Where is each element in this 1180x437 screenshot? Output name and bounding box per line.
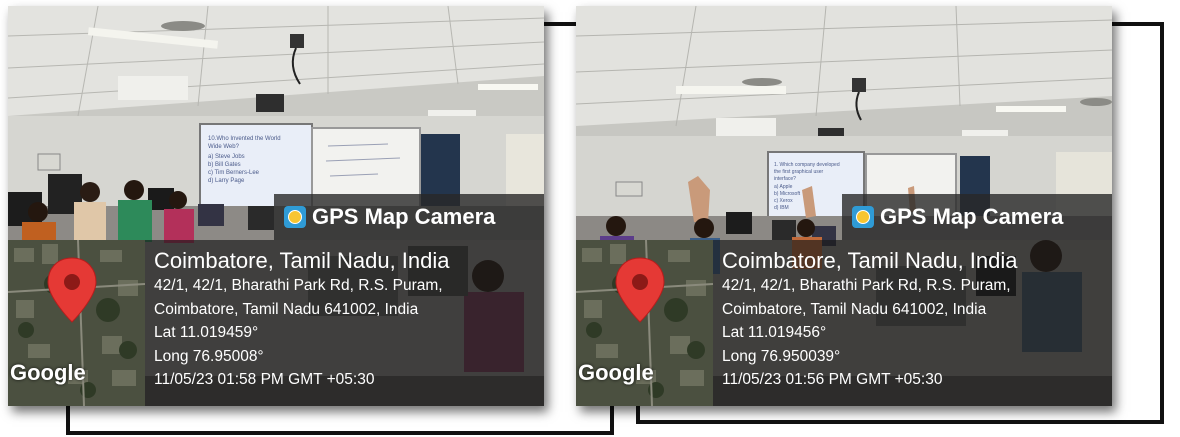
address-line: 42/1, 42/1, Bharathi Park Rd, R.S. Puram… bbox=[154, 277, 443, 294]
connector-line bbox=[636, 404, 640, 424]
map-thumbnail: Google bbox=[576, 240, 713, 406]
geotagged-photo-right: 1. Which company developed the first gra… bbox=[576, 6, 1112, 406]
connector-line bbox=[66, 431, 614, 435]
timestamp: 11/05/23 01:56 PM GMT +05:30 bbox=[722, 371, 943, 388]
address-line: Coimbatore, Tamil Nadu 641002, India bbox=[154, 300, 419, 318]
camera-app-icon bbox=[284, 206, 306, 228]
map-thumbnail: Google bbox=[8, 240, 145, 406]
app-name: GPS Map Camera bbox=[312, 204, 496, 229]
gps-stamp: Google Coimbatore, Tamil Nadu, India 42/… bbox=[8, 240, 544, 406]
longitude: Long 76.95008° bbox=[154, 347, 264, 365]
map-provider-label: Google bbox=[578, 360, 654, 385]
connector-line bbox=[636, 420, 1164, 424]
address-line: 42/1, 42/1, Bharathi Park Rd, R.S. Puram… bbox=[722, 277, 1011, 294]
connector-line bbox=[610, 404, 614, 434]
location-info: Coimbatore, Tamil Nadu, India 42/1, 42/1… bbox=[722, 248, 1106, 392]
app-name: GPS Map Camera bbox=[880, 204, 1064, 229]
svg-text:b) Microsoft: b) Microsoft bbox=[774, 191, 801, 197]
svg-text:d) IBM: d) IBM bbox=[774, 205, 789, 211]
address-line: Coimbatore, Tamil Nadu 641002, India bbox=[722, 300, 987, 318]
latitude: Lat 11.019456° bbox=[722, 324, 827, 341]
svg-text:1. Which company developed: 1. Which company developed bbox=[774, 162, 840, 168]
location-info: Coimbatore, Tamil Nadu, India 42/1, 42/1… bbox=[154, 248, 538, 392]
svg-text:interface?: interface? bbox=[774, 176, 796, 182]
connector-line bbox=[66, 404, 70, 435]
longitude: Long 76.950039° bbox=[722, 347, 841, 365]
connector-line bbox=[540, 22, 580, 26]
camera-app-icon bbox=[852, 206, 874, 228]
city-line: Coimbatore, Tamil Nadu, India bbox=[722, 248, 1018, 273]
svg-text:c) Xerox: c) Xerox bbox=[774, 198, 793, 204]
city-line: Coimbatore, Tamil Nadu, India bbox=[154, 248, 450, 273]
svg-text:Wide Web?: Wide Web? bbox=[208, 144, 240, 150]
map-provider-label: Google bbox=[10, 360, 86, 385]
svg-text:a) Steve Jobs: a) Steve Jobs bbox=[208, 154, 245, 160]
latitude: Lat 11.019459° bbox=[154, 324, 259, 341]
svg-text:a) Apple: a) Apple bbox=[774, 184, 793, 190]
connector-line bbox=[1110, 22, 1164, 26]
svg-text:d) Larry Page: d) Larry Page bbox=[208, 178, 245, 184]
gps-camera-header: GPS Map Camera bbox=[274, 194, 544, 240]
timestamp: 11/05/23 01:58 PM GMT +05:30 bbox=[154, 371, 375, 388]
gps-stamp: Google Coimbatore, Tamil Nadu, India 42/… bbox=[576, 240, 1112, 406]
svg-text:the first graphical user: the first graphical user bbox=[774, 169, 824, 175]
geotagged-photo-left: 10.Who Invented the World Wide Web? a) S… bbox=[8, 6, 544, 406]
connector-line bbox=[1160, 22, 1164, 424]
svg-text:b) Bill Gates: b) Bill Gates bbox=[208, 162, 241, 168]
gps-camera-header: GPS Map Camera bbox=[842, 194, 1112, 240]
svg-text:c) Tim Berners-Lee: c) Tim Berners-Lee bbox=[208, 170, 260, 176]
svg-text:10.Who Invented the World: 10.Who Invented the World bbox=[208, 136, 281, 142]
